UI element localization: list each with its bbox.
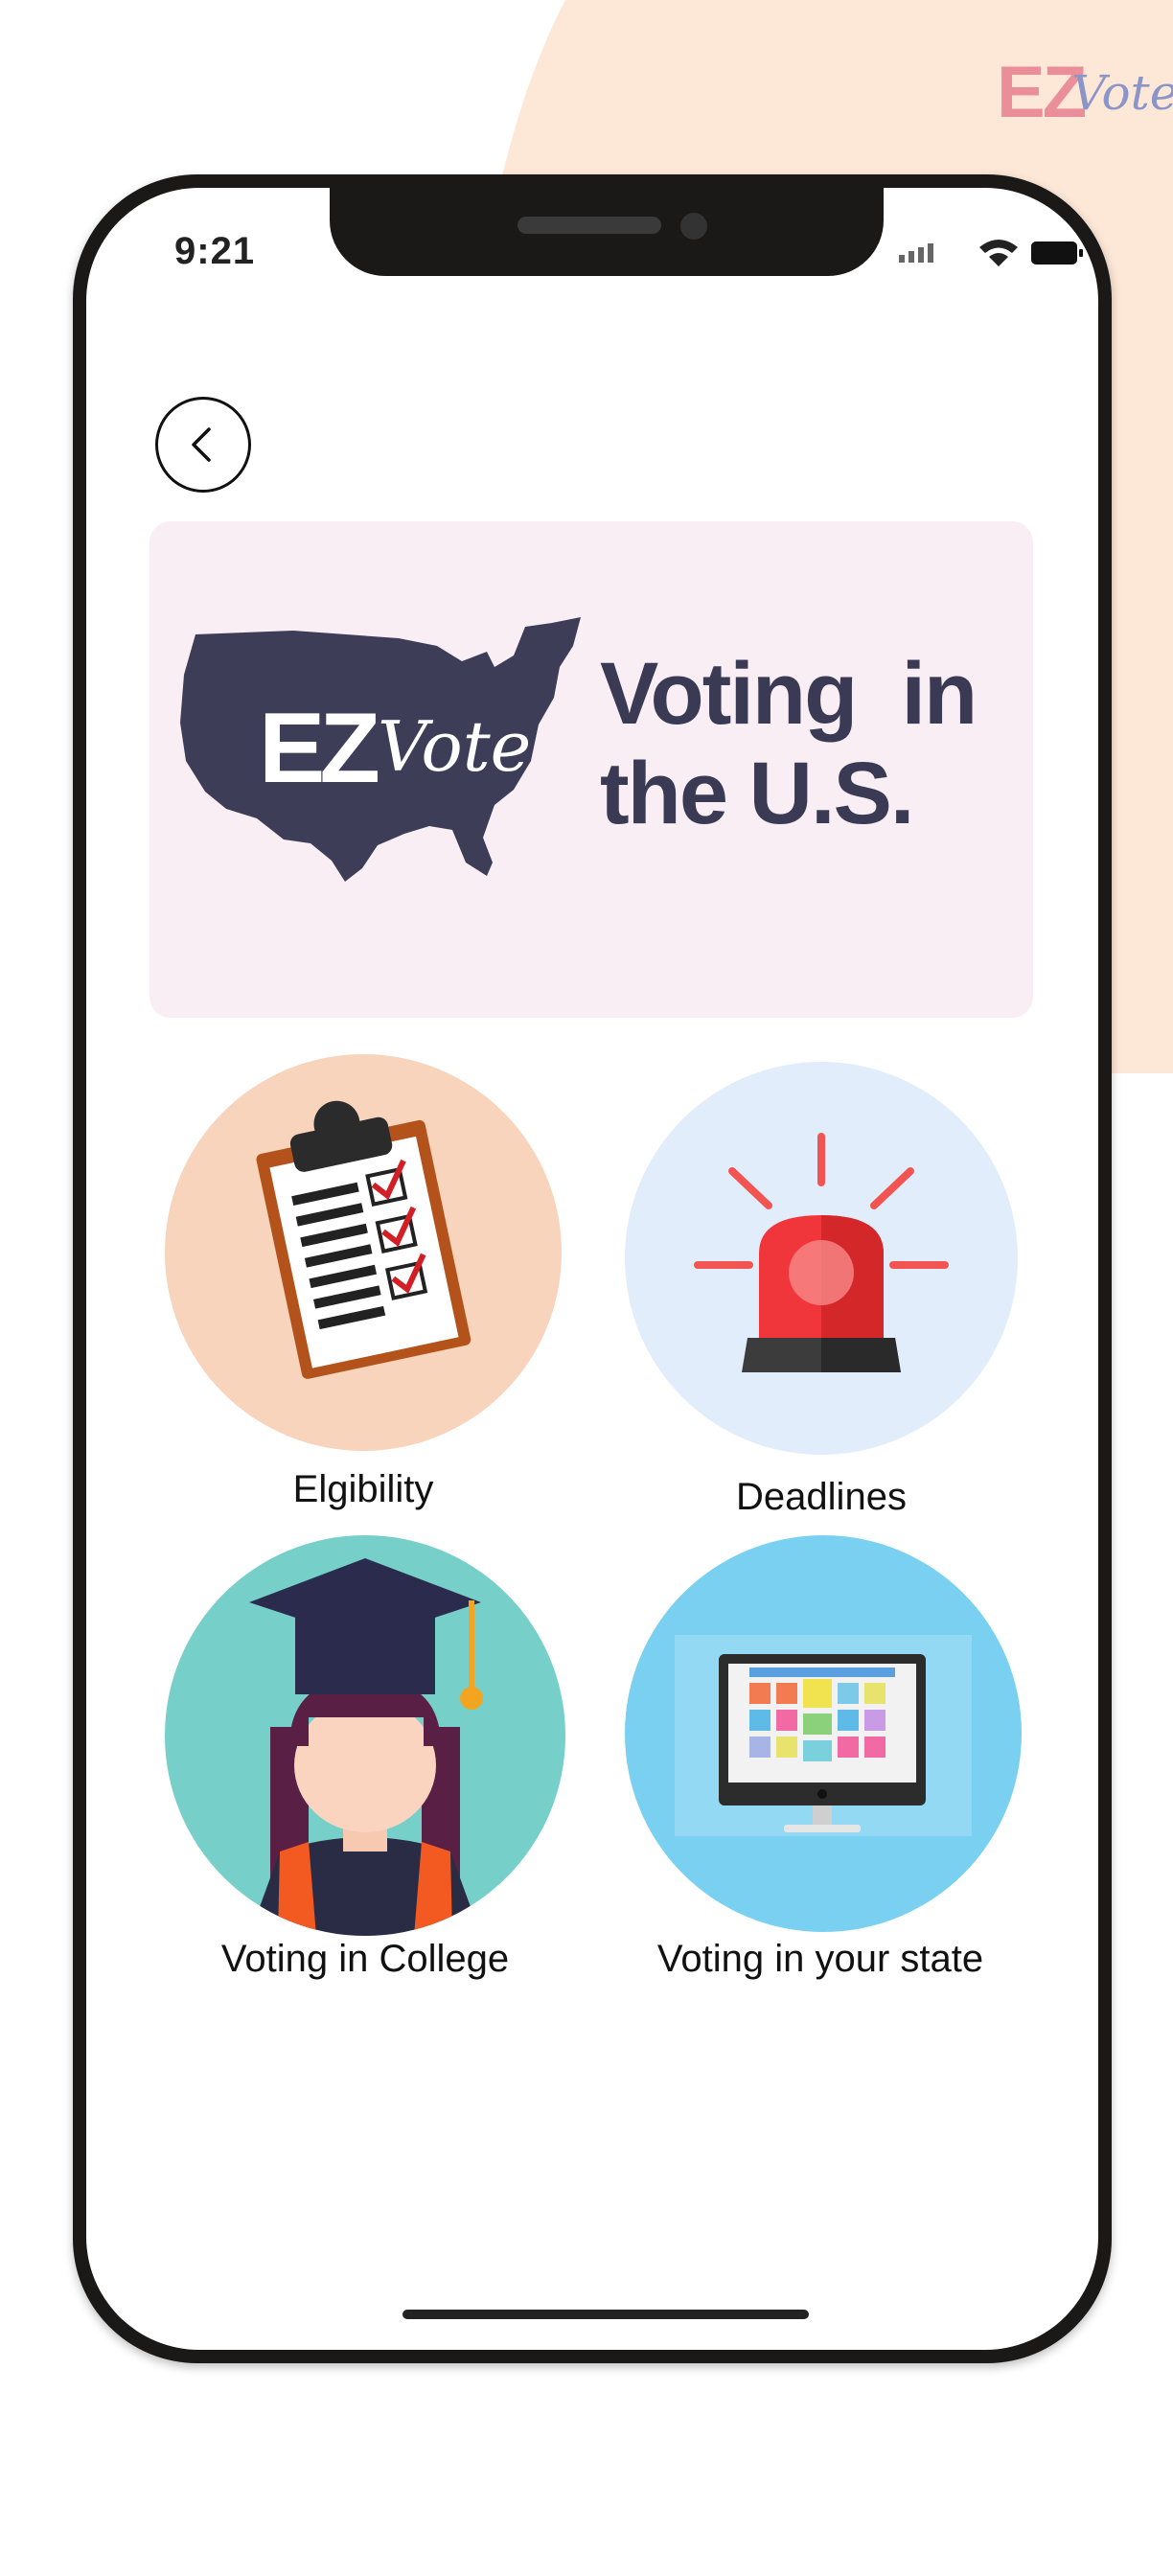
wifi-icon xyxy=(979,240,1018,266)
status-time: 9:21 xyxy=(174,230,256,272)
state-circle xyxy=(625,1535,1022,1932)
category-label: Voting in your state xyxy=(656,1938,984,1980)
category-label: Voting in College xyxy=(220,1938,510,1980)
battery-icon xyxy=(1031,242,1083,264)
hero-banner: EZ Vote Voting in the U.S. xyxy=(150,521,1033,1018)
college-circle xyxy=(165,1535,565,1936)
status-icons xyxy=(899,240,1083,266)
phone-camera xyxy=(680,213,707,240)
category-label: Deadlines xyxy=(736,1476,907,1518)
home-indicator[interactable] xyxy=(402,2310,809,2319)
signal-icon xyxy=(899,243,933,263)
deadlines-circle xyxy=(625,1062,1018,1455)
phone-notch xyxy=(330,188,884,276)
chevron-left-icon xyxy=(192,427,211,462)
category-label: Elgibility xyxy=(292,1468,434,1510)
siren-icon xyxy=(694,1133,949,1372)
phone-frame: 9:21 EZ Vote Voting in the U.S. Elgibili… xyxy=(73,174,1112,2363)
phone-speaker xyxy=(518,217,661,234)
banner-title: Voting in the U.S. xyxy=(600,644,1022,843)
banner-title-line-1: Voting in xyxy=(600,645,978,743)
computer-monitor-icon xyxy=(675,1635,972,1836)
corner-brand-logo: EZ Vote xyxy=(997,50,1173,136)
corner-logo-vote: Vote xyxy=(1071,65,1173,121)
category-voting-in-college[interactable]: Voting in College xyxy=(165,1535,565,1986)
graduate-icon xyxy=(249,1558,483,1936)
banner-title-line-2: the U.S. xyxy=(600,745,914,842)
category-eligibility[interactable]: Elgibility xyxy=(165,1054,565,1520)
clipboard-checklist-icon xyxy=(256,1100,472,1379)
category-voting-in-your-state[interactable]: Voting in your state xyxy=(625,1535,1025,1986)
category-deadlines[interactable]: Deadlines xyxy=(625,1062,1022,1528)
back-button[interactable] xyxy=(155,397,251,493)
banner-logo-vote: Vote xyxy=(378,706,531,787)
phone-screen: 9:21 EZ Vote Voting in the U.S. Elgibili… xyxy=(86,188,1098,2350)
eligibility-circle xyxy=(165,1054,562,1451)
us-map-logo: EZ Vote xyxy=(180,617,581,882)
banner-logo-ez: EZ xyxy=(259,693,378,804)
